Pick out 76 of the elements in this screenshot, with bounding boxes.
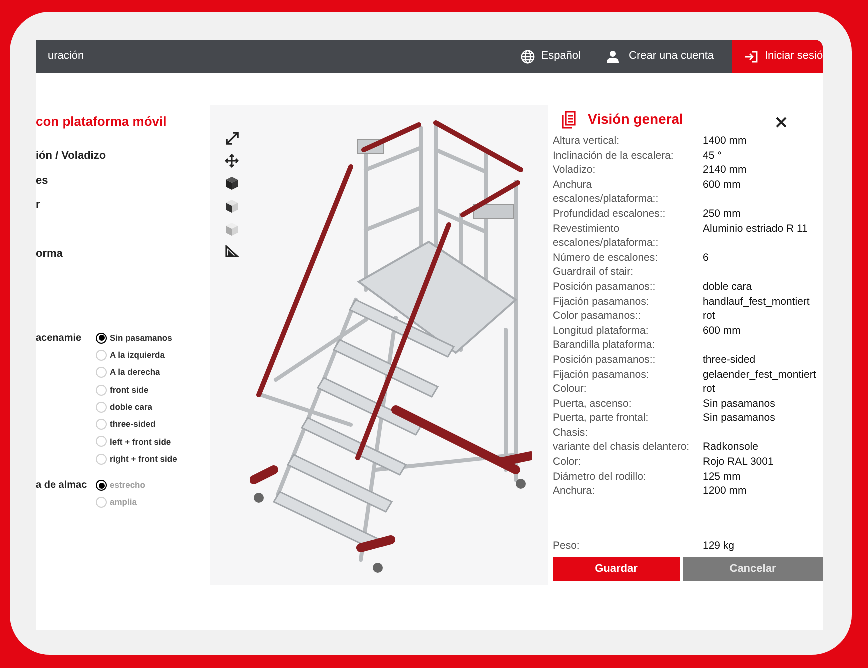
overview-value: Rojo RAL 3001 [703,455,774,470]
overview-value: 600 mm [703,324,741,338]
resize-icon[interactable] [224,131,240,146]
overview-value: 125 mm [703,470,741,484]
overview-label: Fijación pasamanos: [553,294,650,310]
option-group-label: acenamie [36,332,82,346]
overview-label: Posición pasamanos:: [553,352,657,368]
configurator-title: con plataforma móvil [36,114,168,130]
overview-label: Posición pasamanos:: [553,280,657,295]
overview-value: handlauf_fest_montiert [703,294,810,310]
overview-label: variante del chasis delantero: [553,440,691,456]
option-group-label: a de almac [36,479,88,494]
radio-option[interactable]: three-sided [96,416,178,434]
overview-value: 6 [703,250,709,266]
overview-label: Voladizo: [553,163,597,178]
overview-label: Revestimiento escalones/plataforma:: [553,222,660,251]
overview-label: Longitud plataforma: [553,324,650,338]
configurator-section[interactable]: ión / Voladizo [36,148,106,164]
login-button[interactable]: Iniciar sesió [732,40,823,73]
overview-label: Diámetro del rodillo: [553,470,648,484]
overview-label: Altura vertical: [553,134,621,149]
document-icon [562,110,578,128]
configurator-section[interactable]: r [36,197,40,214]
overview-value: Aluminio estriado R 11 [703,222,808,237]
save-button[interactable]: Guardar [553,557,680,581]
globe-icon [521,50,536,64]
overview-value: 2140 mm [703,163,747,178]
overview-value: rot [703,309,716,324]
overview-label: Anchura: [553,484,596,499]
overview-label: Barandilla plataforma: [553,338,656,353]
radio-option[interactable]: right + front side [96,450,178,468]
overview-label: Número de escalones: [553,250,660,266]
overview-label: Fijación pasamanos: [553,368,650,382]
close-icon[interactable] [776,117,787,128]
configurator-section[interactable]: es [36,172,48,189]
overview-value: three-sided [703,352,756,368]
overview-label: Guardrail of stair: [553,265,635,280]
overview-value: 600 mm [703,178,741,193]
overview-label: Puerta, ascenso: [553,396,633,412]
overview-value: rot [703,382,716,397]
login-icon [744,50,758,62]
overview-label: Inclinación de la escalera: [553,148,675,164]
create-account-link[interactable]: Crear una cuenta [629,48,714,65]
weight-label: Peso: [553,539,581,554]
overview-label: Anchura escalones/plataforma:: [553,178,660,207]
overview-value: Sin pasamanos [703,411,776,426]
overview-label: Color: [553,455,582,470]
cube-icon[interactable] [225,199,239,214]
overview-label: Color pasamanos:: [553,309,642,324]
overview-value: 250 mm [703,206,741,222]
weight-value: 129 kg [703,539,735,554]
overview-value: gelaender_fest_montiert [703,368,816,382]
overview-title: Visión general [588,110,684,129]
radio-option[interactable]: doble cara [96,398,178,416]
user-icon [607,50,619,62]
overview-label: Profundidad escalones:: [553,206,667,222]
overview-label: Colour: [553,382,588,397]
overview-value: 1400 mm [703,134,747,149]
overview-label: Puerta, parte frontal: [553,411,650,426]
ruler-triangle-icon[interactable] [225,245,239,258]
overview-label: Chasis: [553,426,590,440]
radio-option[interactable]: A la izquierda [96,346,178,364]
radio-option[interactable]: Sin pasamanos [96,330,178,347]
radio-option[interactable]: A la derecha [96,364,178,382]
radio-option[interactable]: left + front side [96,433,178,451]
cube-icon[interactable] [225,176,239,191]
configurator-section[interactable]: orma [36,246,63,262]
overview-value: 1200 mm [703,484,747,499]
overview-value: Radkonsole [703,440,758,456]
move-icon[interactable] [225,154,239,168]
overview-value: doble cara [703,280,752,295]
overview-value: 45 ° [703,148,722,164]
radio-option[interactable]: front side [96,381,178,399]
overview-value: Sin pasamanos [703,396,776,412]
breadcrumb[interactable]: uración [36,48,84,65]
language-selector[interactable]: Español [541,48,581,65]
